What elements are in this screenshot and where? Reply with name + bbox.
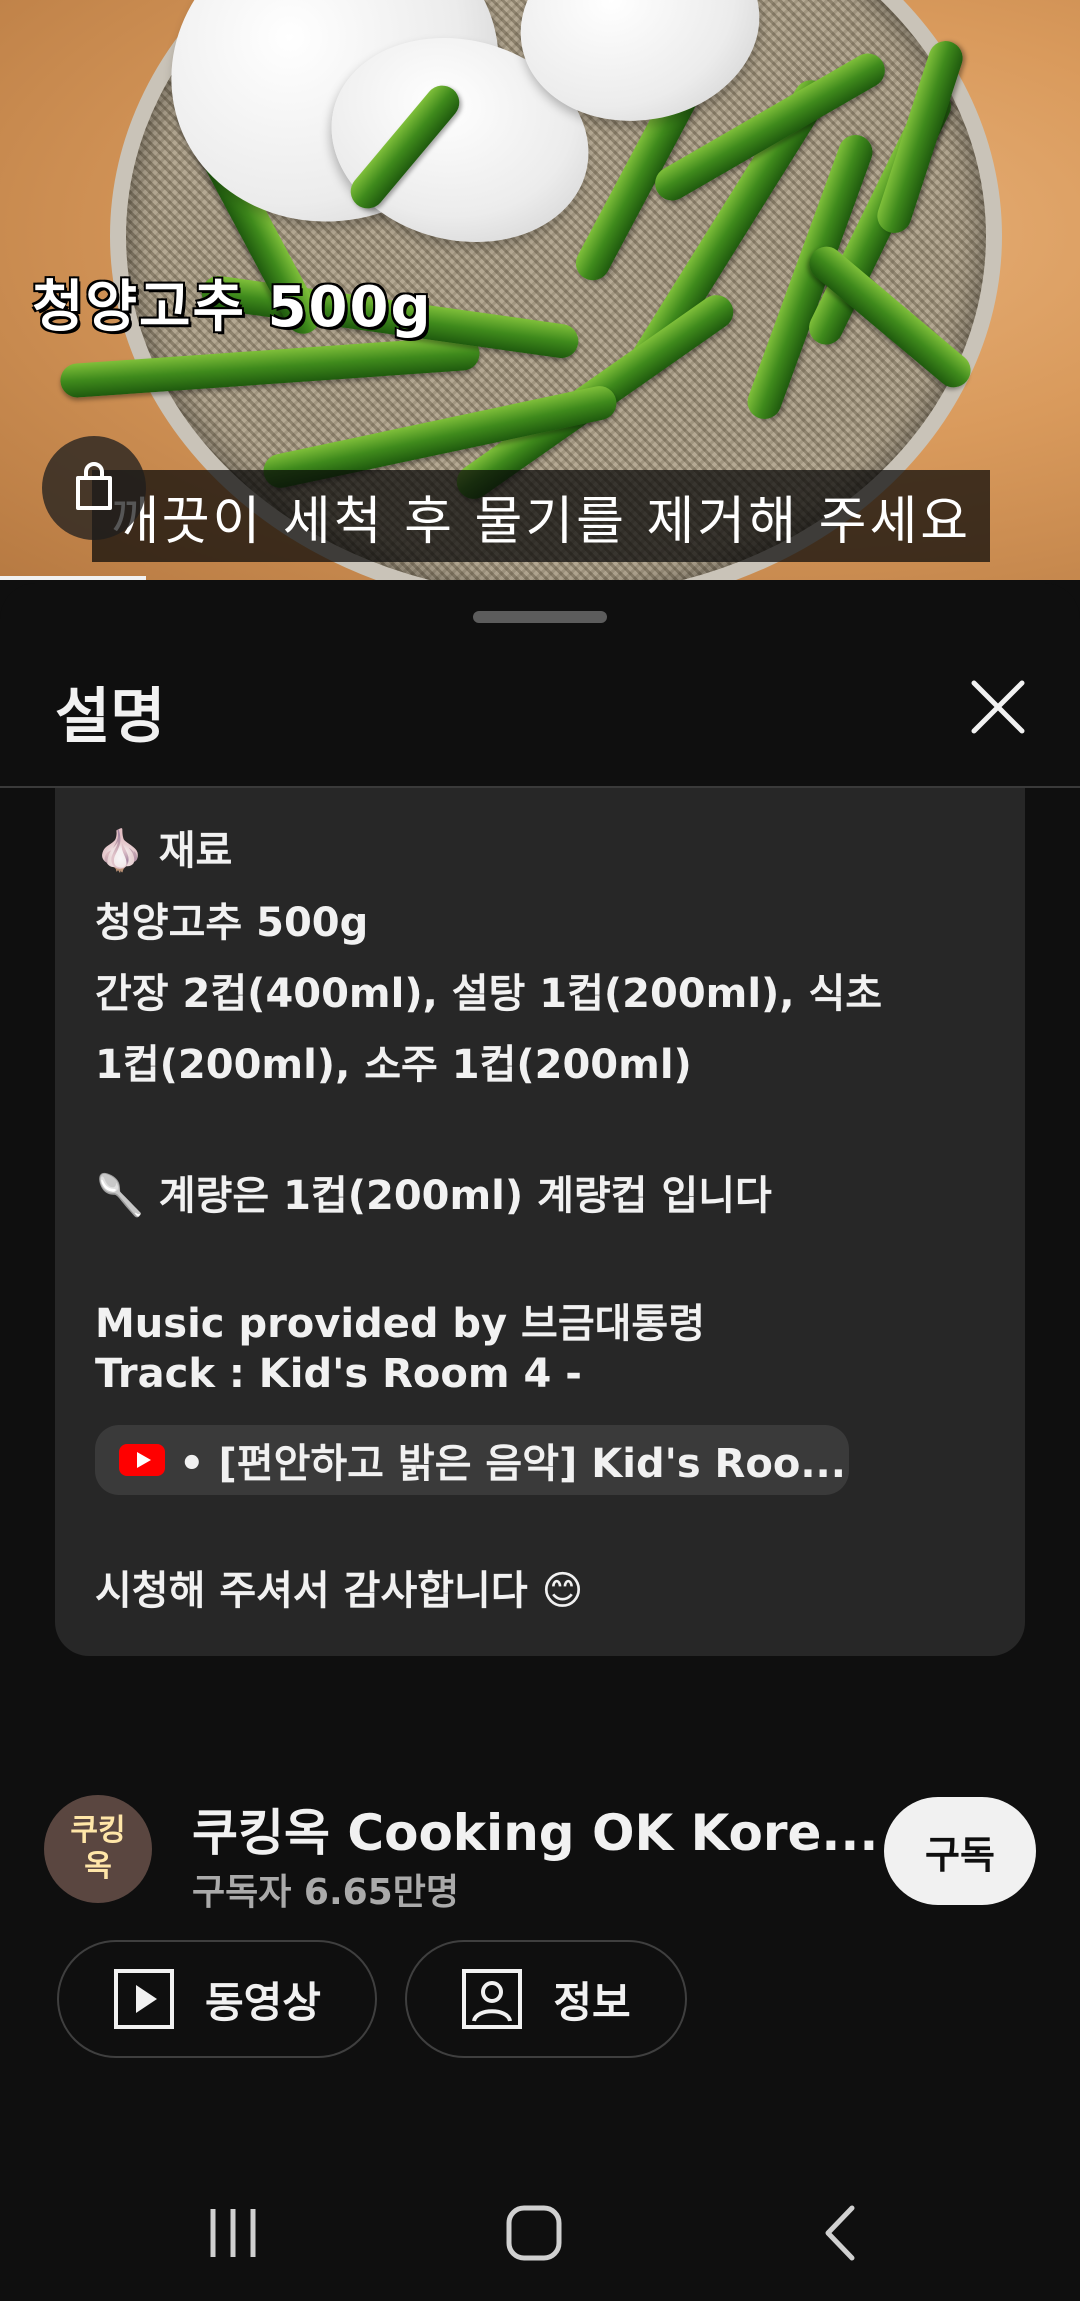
video-subtitle: 깨끗이 세척 후 물기를 제거해 주세요: [92, 470, 990, 562]
video-link-chip[interactable]: • [편안하고 밝은 음악] Kid's Roo...: [95, 1425, 849, 1495]
track-credit: Track : Kid's Room 4 -: [95, 1351, 582, 1397]
music-credit: Music provided by 브금대통령: [95, 1301, 706, 1347]
video-link-text: • [편안하고 밝은 음악] Kid's Roo...: [179, 1441, 846, 1487]
video-player[interactable]: 청양고추 500g 깨끗이 세척 후 물기를 제거해 주세요: [0, 0, 1080, 580]
subscriber-count: 구독자 6.65만명: [192, 1872, 459, 1913]
garlic-emoji-icon: 🧄: [95, 828, 145, 874]
ingredient-line: 청양고추 500g: [95, 900, 369, 946]
channel-name[interactable]: 쿠킹옥 Cooking OK Kore...: [192, 1793, 878, 1865]
spoon-emoji-icon: 🥄: [95, 1173, 145, 1219]
close-icon: [971, 680, 1025, 734]
home-button[interactable]: [494, 2198, 574, 2268]
thanks-message: 시청해 주셔서 감사합니다 😊: [95, 1558, 583, 1616]
shopping-button[interactable]: [42, 436, 146, 540]
back-icon: [825, 2205, 855, 2261]
avatar-text: 옥: [84, 1849, 112, 1884]
avatar-text: 쿠킹: [70, 1813, 126, 1848]
description-panel: 설명 🧄 재료 청양고추 500g 간장 2컵(400ml), 설탕 1컵(20…: [0, 583, 1080, 2301]
videos-label: 동영상: [205, 1977, 321, 2027]
back-button[interactable]: [800, 2198, 880, 2268]
close-button[interactable]: [962, 671, 1034, 743]
video-progress-bar[interactable]: [0, 576, 146, 580]
system-navigation-bar: [0, 2160, 1080, 2301]
subscribe-button[interactable]: 구독: [884, 1797, 1036, 1905]
description-card: 🧄 재료 청양고추 500g 간장 2컵(400ml), 설탕 1컵(200ml…: [55, 788, 1025, 1656]
play-video-icon: [114, 1969, 175, 2029]
recent-apps-button[interactable]: [193, 2198, 273, 2268]
channel-avatar[interactable]: 쿠킹 옥: [44, 1795, 152, 1903]
thanks-text: 시청해 주셔서 감사합니다: [95, 1568, 528, 1614]
measure-note-text: 계량은 1컵(200ml) 계량컵 입니다: [158, 1173, 772, 1219]
ingredient-line: 1컵(200ml), 소주 1컵(200ml): [95, 1042, 692, 1088]
youtube-icon: [119, 1444, 165, 1476]
drag-handle[interactable]: [473, 611, 607, 623]
ingredient-line: 간장 2컵(400ml), 설탕 1컵(200ml), 식초: [95, 971, 883, 1017]
ingredients-heading: 🧄 재료: [95, 818, 232, 876]
ingredients-heading-text: 재료: [158, 828, 233, 874]
about-button[interactable]: 정보: [405, 1940, 687, 2058]
panel-title: 설명: [55, 682, 166, 752]
home-icon: [506, 2205, 562, 2261]
shopping-bag-icon: [76, 462, 112, 510]
person-icon: [462, 1969, 523, 2029]
videos-button[interactable]: 동영상: [57, 1940, 377, 2058]
measure-note: 🥄 계량은 1컵(200ml) 계량컵 입니다: [95, 1163, 772, 1221]
about-label: 정보: [553, 1977, 631, 2027]
recent-apps-icon: [210, 2209, 256, 2257]
smile-emoji-icon: 😊: [541, 1568, 584, 1614]
video-caption-title: 청양고추 500g: [32, 275, 433, 340]
